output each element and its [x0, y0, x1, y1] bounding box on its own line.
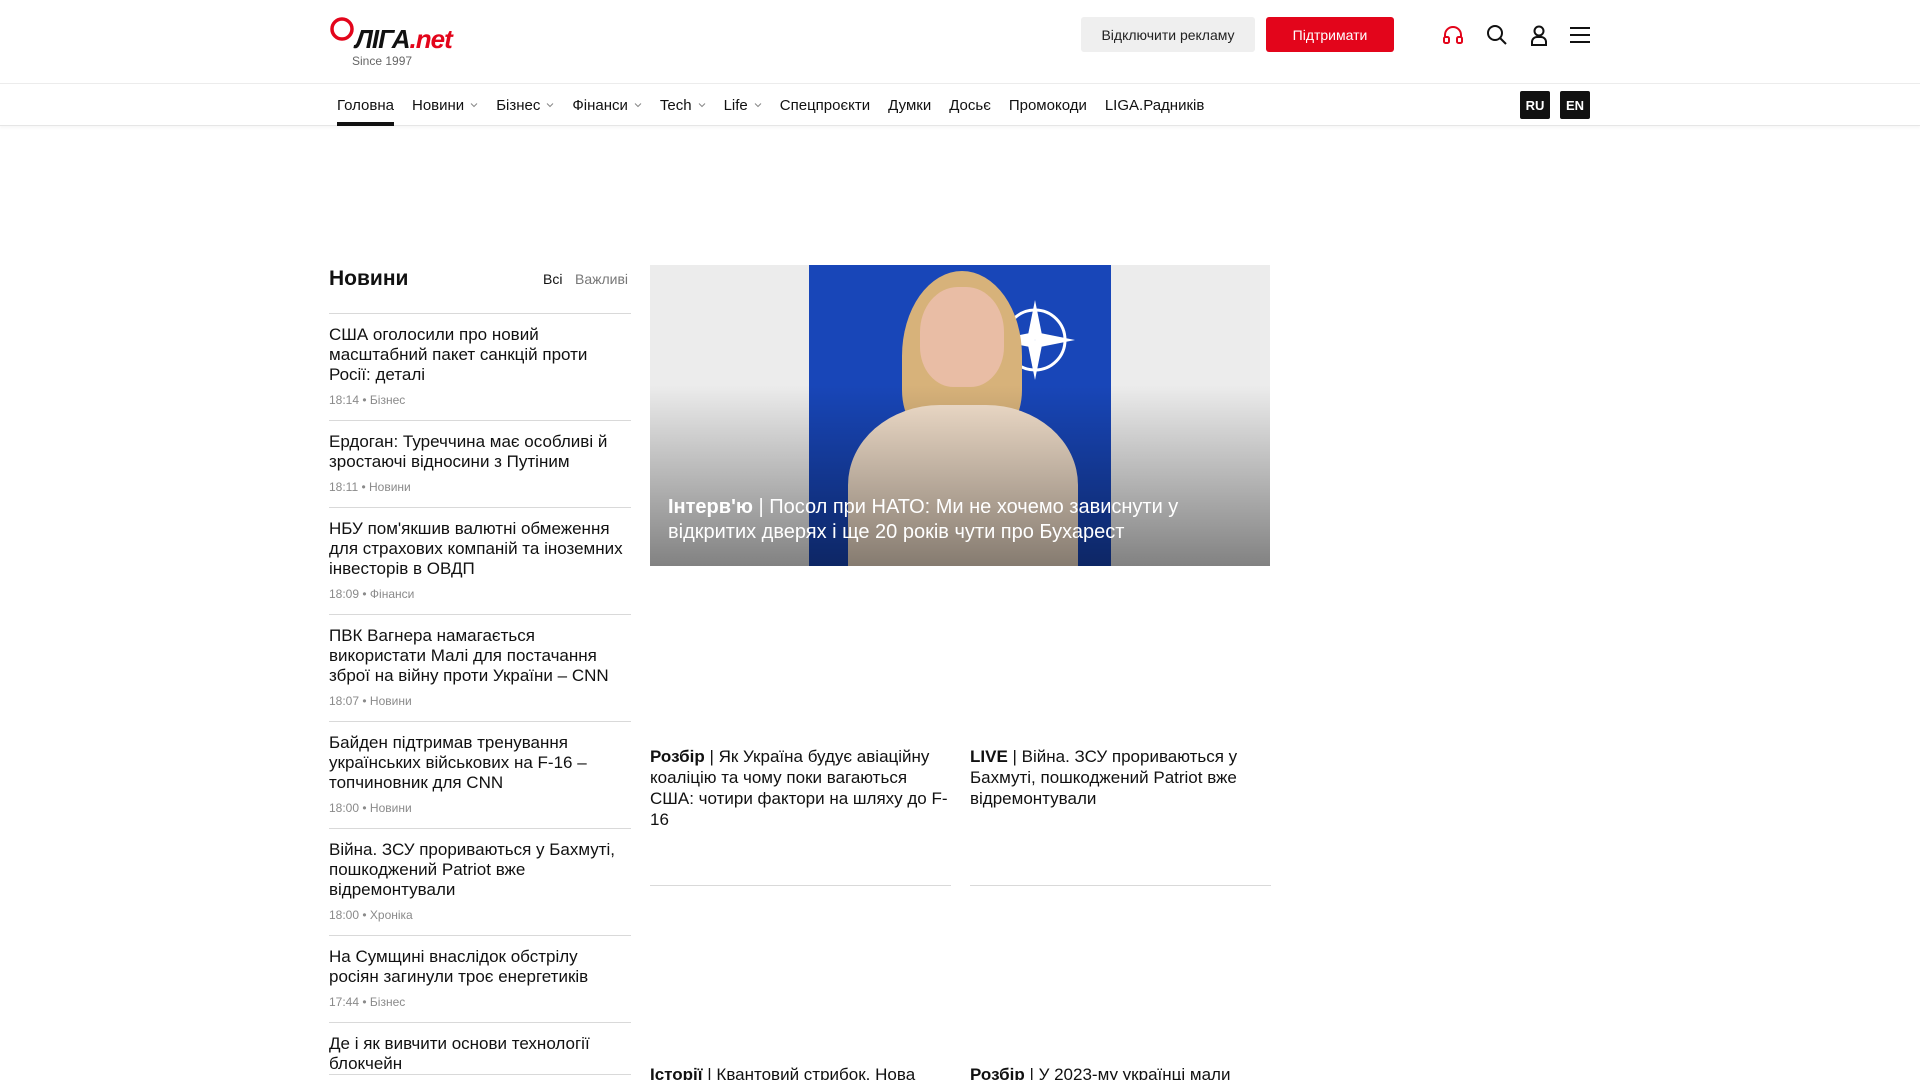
nav-item-label: Фінанси — [572, 96, 628, 114]
news-item[interactable]: Байден підтримав тренування українських … — [329, 722, 631, 829]
disable-ads-button[interactable]: Відключити рекламу — [1081, 17, 1255, 52]
article-tile[interactable]: LIVE | Війна. ЗСУ прориваються у Бахмуті… — [970, 582, 1271, 809]
news-item[interactable]: ПВК Вагнера намагається використати Малі… — [329, 615, 631, 722]
nav-item[interactable]: Головна — [337, 84, 394, 126]
nav-item-label: LIGA.Радників — [1104, 96, 1205, 114]
news-feed: Новини Всі Важливі США оголосили про нов… — [329, 264, 631, 1075]
news-item-title[interactable]: НБУ пом'якшив валютні обмеження для стра… — [329, 519, 631, 579]
lang-en-button[interactable]: EN — [1560, 91, 1590, 119]
news-item-meta: 18:07 • Новини — [329, 694, 412, 708]
lang-ru-button[interactable]: RU — [1520, 91, 1550, 119]
nav-item-label: Думки — [888, 96, 932, 114]
article-tag: Історії — [650, 1065, 703, 1080]
nav-item-label: Бізнес — [496, 96, 541, 114]
article-title[interactable]: Розбір | Як Україна будує авіаційну коал… — [650, 746, 951, 830]
filter-important-tab[interactable]: Важливі — [575, 271, 628, 287]
logo-mark-icon — [330, 17, 354, 41]
news-item-title[interactable]: ПВК Вагнера намагається використати Малі… — [329, 626, 631, 686]
nav-item-label: Life — [723, 96, 748, 114]
site-header: ЛІГА.net Since 1997 Відключити рекламу П… — [0, 0, 1920, 84]
chevron-down-icon — [547, 103, 554, 108]
filter-all-tab[interactable]: Всі — [543, 271, 562, 287]
article-title-text: | У 2023-му українці мали — [1024, 1065, 1231, 1080]
nav-items: Головна Новини Бізнес Фінанси Tech Life Спецпр… — [337, 84, 1222, 126]
chevron-down-icon — [634, 103, 642, 108]
chevron-down-icon — [754, 103, 762, 108]
article-tag: Розбір — [650, 747, 705, 766]
tile-divider — [650, 885, 951, 886]
main-nav: Головна Новини Бізнес Фінанси Tech Life Спецпр… — [0, 84, 1920, 126]
chevron-down-icon — [470, 103, 478, 108]
nav-item-label: Досьє — [949, 96, 991, 114]
logo-since: Since 1997 — [352, 54, 413, 68]
nav-item[interactable]: Life — [724, 84, 762, 126]
article-tile[interactable]: Розбір | У 2023-му українці мали — [970, 1064, 1271, 1080]
news-item-meta: 18:14 • Бізнес — [329, 393, 406, 407]
nav-item[interactable]: LIGA.Радників — [1105, 84, 1204, 126]
news-list: США оголосили про новий масштабний пакет… — [329, 314, 631, 1075]
news-item[interactable]: Ердоган: Туреччина має особливі й зроста… — [329, 421, 631, 508]
hero-photo-face — [920, 287, 1004, 387]
site-logo[interactable]: ЛІГА.net Since 1997 — [329, 14, 489, 70]
news-item-title[interactable]: США оголосили про новий масштабний пакет… — [329, 325, 631, 385]
article-title-text: | Квантовий стрибок. Нова — [702, 1065, 916, 1080]
hero-tag: Інтерв'ю — [668, 496, 753, 518]
nav-item-label: Новини — [412, 96, 465, 114]
news-item-title[interactable]: Ердоган: Туреччина має особливі й зроста… — [329, 432, 631, 472]
nav-item[interactable]: Tech — [660, 84, 706, 126]
tile-divider — [970, 885, 1271, 886]
news-item-meta: 18:00 • Хроніка — [329, 908, 413, 922]
user-icon[interactable] — [1526, 22, 1552, 48]
nav-item[interactable]: Новини — [412, 84, 478, 126]
news-item-meta: 18:09 • Фінанси — [329, 587, 415, 601]
nav-item-label: Спецпроєкти — [779, 96, 871, 114]
article-title[interactable]: Розбір | У 2023-му українці мали — [970, 1064, 1271, 1080]
nav-item[interactable]: Бізнес — [496, 84, 554, 126]
news-item[interactable]: На Сумщині внаслідок обстрілу росіян заг… — [329, 936, 631, 1023]
chevron-down-icon — [698, 103, 705, 108]
nav-item[interactable]: Промокоди — [1009, 84, 1087, 126]
news-item-meta: 18:00 • Новини — [329, 801, 412, 815]
news-title: Новини — [329, 267, 409, 290]
menu-icon[interactable] — [1567, 22, 1593, 48]
news-item[interactable]: США оголосили про новий масштабний пакет… — [329, 314, 631, 421]
article-thumbnail — [650, 582, 951, 746]
nav-item[interactable]: Фінанси — [572, 84, 642, 126]
article-title-text: | Війна. ЗСУ прориваються у Бахмуті, пош… — [970, 747, 1238, 808]
article-tile[interactable]: Розбір | Як Україна будує авіаційну коал… — [650, 582, 951, 830]
news-item-meta: 17:44 • Бізнес — [329, 995, 406, 1009]
news-item[interactable]: НБУ пом'якшив валютні обмеження для стра… — [329, 508, 631, 615]
nav-item[interactable]: Спецпроєкти — [780, 84, 870, 126]
headphones-icon[interactable] — [1440, 22, 1466, 48]
article-thumbnail — [970, 582, 1271, 746]
hero-caption[interactable]: Інтерв'ю | Посол при НАТО: Ми не хочемо … — [668, 495, 1228, 545]
article-title[interactable]: LIVE | Війна. ЗСУ прориваються у Бахмуті… — [970, 746, 1271, 809]
hero-article[interactable]: Інтерв'ю | Посол при НАТО: Ми не хочемо … — [650, 265, 1270, 566]
news-item[interactable]: Війна. ЗСУ прориваються у Бахмуті, пошко… — [329, 829, 631, 936]
article-tag: LIVE — [970, 747, 1008, 766]
logo-text-net: .net — [409, 24, 453, 54]
article-title[interactable]: Історії | Квантовий стрибок. Нова — [650, 1064, 951, 1080]
nav-item-label: Головна — [337, 96, 394, 114]
article-tile[interactable]: Історії | Квантовий стрибок. Нова — [650, 1064, 951, 1080]
news-item[interactable]: Де і як вивчити основи технології блокче… — [329, 1023, 631, 1075]
nav-item-label: Промокоди — [1008, 96, 1087, 114]
support-button[interactable]: Підтримати — [1266, 17, 1394, 52]
news-item-title[interactable]: Війна. ЗСУ прориваються у Бахмуті, пошко… — [329, 840, 631, 900]
news-item-meta: 18:11 • Новини — [329, 480, 411, 494]
article-tag: Розбір — [970, 1065, 1025, 1080]
search-icon[interactable] — [1484, 22, 1510, 48]
nav-item[interactable]: Досьє — [949, 84, 991, 126]
logo-text: ЛІГА.net — [355, 24, 453, 55]
nav-item[interactable]: Думки — [888, 84, 931, 126]
logo-text-main: ЛІГА — [355, 24, 410, 54]
news-item-title[interactable]: На Сумщині внаслідок обстрілу росіян заг… — [329, 947, 631, 987]
news-item-title[interactable]: Байден підтримав тренування українських … — [329, 733, 631, 793]
nav-item-label: Tech — [659, 96, 692, 114]
news-item-title[interactable]: Де і як вивчити основи технології блокче… — [329, 1034, 631, 1074]
news-header: Новини Всі Важливі — [329, 264, 631, 314]
